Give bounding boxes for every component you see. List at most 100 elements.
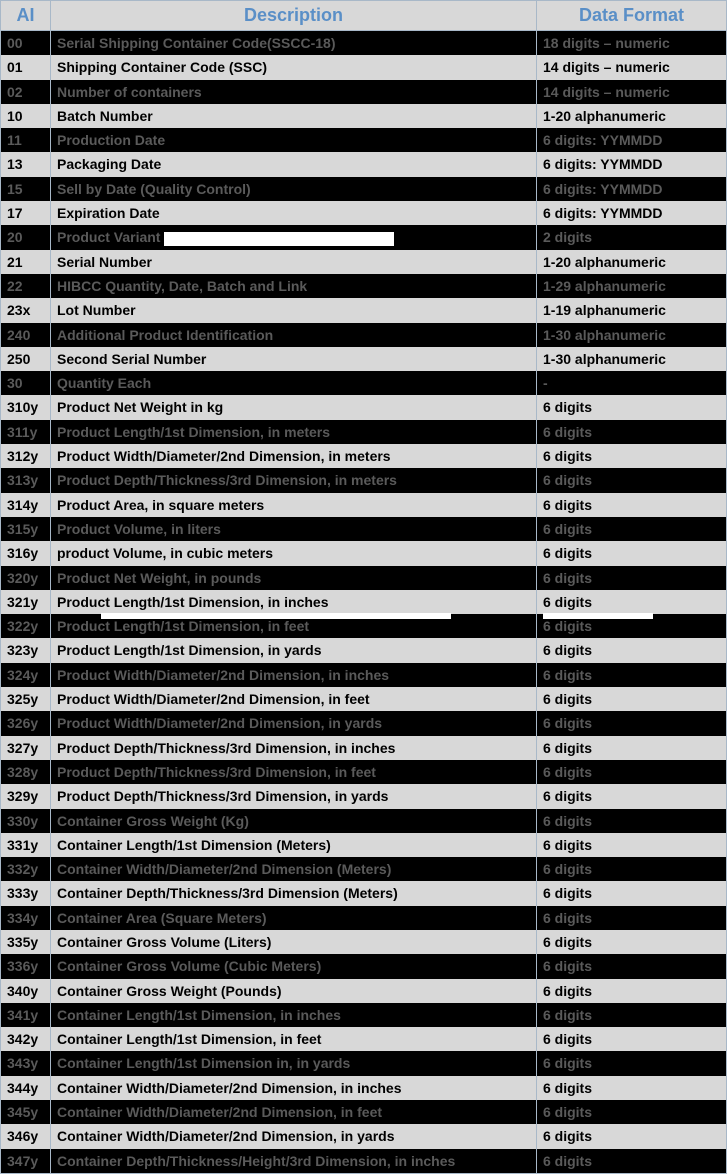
description-cell: Shipping Container Code (SSC) bbox=[51, 55, 537, 79]
table-row: 20Product Variant2 digits bbox=[1, 225, 727, 249]
description-cell: Product Width/Diameter/2nd Dimension, in… bbox=[51, 663, 537, 687]
description-cell: Container Width/Diameter/2nd Dimension, … bbox=[51, 1076, 537, 1100]
table-row: 250Second Serial Number1-30 alphanumeric bbox=[1, 347, 727, 371]
data-format-cell: 14 digits – numeric bbox=[537, 55, 727, 79]
table-row: 340yContainer Gross Weight (Pounds)6 dig… bbox=[1, 979, 727, 1003]
data-format-cell: 6 digits bbox=[537, 857, 727, 881]
data-format-cell: 14 digits – numeric bbox=[537, 80, 727, 104]
ai-cell: 347y bbox=[1, 1149, 51, 1174]
description-cell: Product Length/1st Dimension, in inches bbox=[51, 590, 537, 614]
data-format-cell: - bbox=[537, 371, 727, 395]
ai-cell: 310y bbox=[1, 395, 51, 419]
description-cell: Product Length/1st Dimension, in yards bbox=[51, 638, 537, 662]
data-format-cell: 6 digits bbox=[537, 1051, 727, 1075]
ai-cell: 324y bbox=[1, 663, 51, 687]
ai-cell: 17 bbox=[1, 201, 51, 225]
ai-cell: 331y bbox=[1, 833, 51, 857]
table-row: 330yContainer Gross Weight (Kg)6 digits bbox=[1, 809, 727, 833]
description-cell: Second Serial Number bbox=[51, 347, 537, 371]
description-cell: Container Depth/Thickness/Height/3rd Dim… bbox=[51, 1149, 537, 1174]
table-row: 17Expiration Date6 digits: YYMMDD bbox=[1, 201, 727, 225]
description-cell: Product Width/Diameter/2nd Dimension, in… bbox=[51, 687, 537, 711]
ai-cell: 332y bbox=[1, 857, 51, 881]
description-cell: Container Gross Weight (Pounds) bbox=[51, 979, 537, 1003]
data-format-cell: 6 digits: YYMMDD bbox=[537, 177, 727, 201]
table-row: 312yProduct Width/Diameter/2nd Dimension… bbox=[1, 444, 727, 468]
description-cell: Serial Shipping Container Code(SSCC-18) bbox=[51, 31, 537, 56]
data-format-cell: 6 digits bbox=[537, 566, 727, 590]
table-row: 324yProduct Width/Diameter/2nd Dimension… bbox=[1, 663, 727, 687]
description-cell: Container Width/Diameter/2nd Dimension, … bbox=[51, 1124, 537, 1148]
description-cell: HIBCC Quantity, Date, Batch and Link bbox=[51, 274, 537, 298]
table-row: 331yContainer Length/1st Dimension (Mete… bbox=[1, 833, 727, 857]
description-cell: Container Length/1st Dimension, in feet bbox=[51, 1027, 537, 1051]
ai-cell: 328y bbox=[1, 760, 51, 784]
header-row: AI Description Data Format bbox=[1, 1, 727, 31]
data-format-cell: 6 digits bbox=[537, 517, 727, 541]
ai-cell: 15 bbox=[1, 177, 51, 201]
description-cell: Product Depth/Thickness/3rd Dimension, i… bbox=[51, 736, 537, 760]
ai-cell: 334y bbox=[1, 906, 51, 930]
table-row: 346yContainer Width/Diameter/2nd Dimensi… bbox=[1, 1124, 727, 1148]
description-cell: Number of containers bbox=[51, 80, 537, 104]
ai-cell: 343y bbox=[1, 1051, 51, 1075]
description-cell: Container Area (Square Meters) bbox=[51, 906, 537, 930]
description-cell: Product Width/Diameter/2nd Dimension, in… bbox=[51, 444, 537, 468]
ai-cell: 30 bbox=[1, 371, 51, 395]
ai-cell: 250 bbox=[1, 347, 51, 371]
description-cell: Product Area, in square meters bbox=[51, 493, 537, 517]
table-row: 313yProduct Depth/Thickness/3rd Dimensio… bbox=[1, 468, 727, 492]
data-format-cell: 6 digits bbox=[537, 420, 727, 444]
ai-cell: 23x bbox=[1, 298, 51, 322]
data-format-cell: 6 digits bbox=[537, 1149, 727, 1174]
ai-cell: 346y bbox=[1, 1124, 51, 1148]
data-format-cell: 6 digits: YYMMDD bbox=[537, 128, 727, 152]
ai-cell: 344y bbox=[1, 1076, 51, 1100]
header-ai: AI bbox=[1, 1, 51, 31]
description-cell: Serial Number bbox=[51, 250, 537, 274]
ai-cell: 325y bbox=[1, 687, 51, 711]
description-cell: Batch Number bbox=[51, 104, 537, 128]
data-format-cell: 6 digits bbox=[537, 784, 727, 808]
table-row: 23xLot Number1-19 alphanumeric bbox=[1, 298, 727, 322]
data-format-cell: 6 digits bbox=[537, 881, 727, 905]
data-format-cell: 6 digits bbox=[537, 760, 727, 784]
ai-cell: 330y bbox=[1, 809, 51, 833]
data-format-cell: 1-30 alphanumeric bbox=[537, 347, 727, 371]
ai-cell: 342y bbox=[1, 1027, 51, 1051]
data-format-cell: 6 digits bbox=[537, 930, 727, 954]
data-format-cell: 6 digits bbox=[537, 663, 727, 687]
ai-cell: 312y bbox=[1, 444, 51, 468]
description-cell: Container Gross Weight (Kg) bbox=[51, 809, 537, 833]
table-row: 311yProduct Length/1st Dimension, in met… bbox=[1, 420, 727, 444]
ai-cell: 327y bbox=[1, 736, 51, 760]
table-row: 329yProduct Depth/Thickness/3rd Dimensio… bbox=[1, 784, 727, 808]
ai-cell: 316y bbox=[1, 541, 51, 565]
ai-cell: 320y bbox=[1, 566, 51, 590]
description-cell: Product Net Weight, in pounds bbox=[51, 566, 537, 590]
ai-cell: 340y bbox=[1, 979, 51, 1003]
ai-cell: 326y bbox=[1, 711, 51, 735]
data-format-cell: 6 digits bbox=[537, 541, 727, 565]
description-cell: Container Gross Volume (Cubic Meters) bbox=[51, 954, 537, 978]
table-row: 11Production Date6 digits: YYMMDD bbox=[1, 128, 727, 152]
data-format-cell: 6 digits bbox=[537, 395, 727, 419]
description-cell: Product Depth/Thickness/3rd Dimension, i… bbox=[51, 784, 537, 808]
ai-cell: 315y bbox=[1, 517, 51, 541]
data-format-cell: 6 digits bbox=[537, 711, 727, 735]
description-cell: Product Volume, in liters bbox=[51, 517, 537, 541]
data-format-cell: 6 digits bbox=[537, 687, 727, 711]
table-row: 334yContainer Area (Square Meters)6 digi… bbox=[1, 906, 727, 930]
description-cell: Lot Number bbox=[51, 298, 537, 322]
ai-cell: 323y bbox=[1, 638, 51, 662]
table-row: 321yProduct Length/1st Dimension, in inc… bbox=[1, 590, 727, 614]
description-cell: Container Width/Diameter/2nd Dimension (… bbox=[51, 857, 537, 881]
data-format-cell: 6 digits bbox=[537, 468, 727, 492]
ai-cell: 321y bbox=[1, 590, 51, 614]
data-format-cell: 6 digits bbox=[537, 809, 727, 833]
ai-cell: 345y bbox=[1, 1100, 51, 1124]
table-row: 01Shipping Container Code (SSC)14 digits… bbox=[1, 55, 727, 79]
table-row: 335yContainer Gross Volume (Liters)6 dig… bbox=[1, 930, 727, 954]
ai-cell: 21 bbox=[1, 250, 51, 274]
ai-cell: 333y bbox=[1, 881, 51, 905]
